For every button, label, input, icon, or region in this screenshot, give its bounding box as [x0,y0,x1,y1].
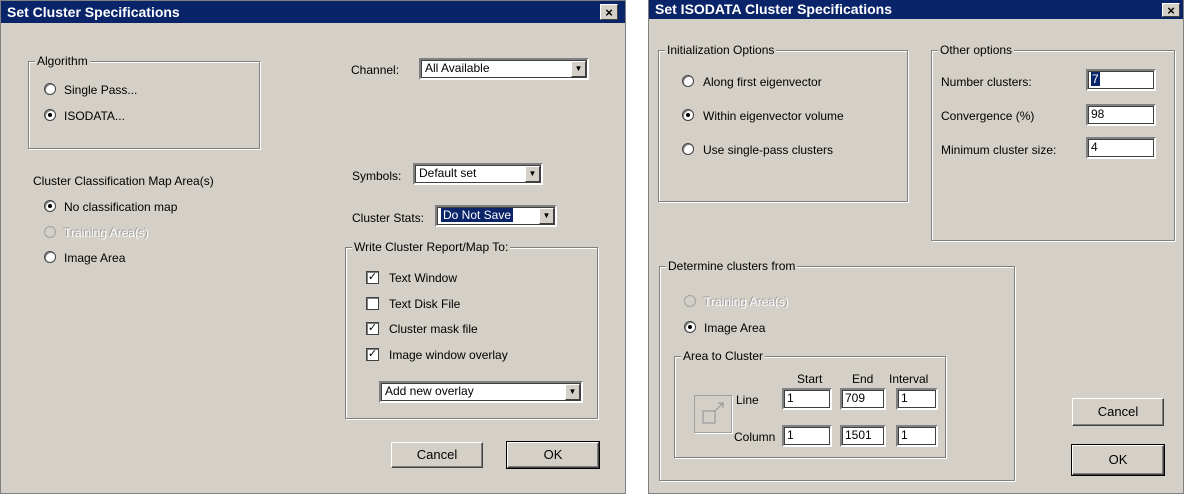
area-to-cluster-legend: Area to Cluster [681,349,766,363]
line-interval-value: 1 [901,391,908,405]
training-areas-label: Training Area(s) [704,295,789,309]
close-button[interactable]: × [600,4,618,20]
algorithm-legend: Algorithm [35,54,90,68]
line-interval-input[interactable]: 1 [896,388,938,410]
no-classification-map-label[interactable]: No classification map [64,200,177,214]
symbols-value: Default set [419,166,477,180]
dialog-title-bar: Set Cluster Specifications [1,1,625,23]
channel-select[interactable]: All Available ▼ [419,58,589,80]
line-start-input[interactable]: 1 [782,388,832,410]
line-start-value: 1 [787,391,794,405]
number-clusters-input[interactable]: 7 [1086,69,1156,91]
along-first-eigenvector-radio[interactable] [682,75,694,87]
dialog-title: Set ISODATA Cluster Specifications [655,1,893,17]
map-area-label: Cluster Classification Map Area(s) [33,174,214,188]
cancel-button[interactable]: Cancel [1072,398,1164,426]
overlay-value: Add new overlay [385,384,474,398]
number-clusters-label: Number clusters: [941,75,1032,89]
single-pass-radio[interactable] [44,83,56,95]
symbols-select[interactable]: Default set ▼ [413,163,543,185]
ok-button[interactable]: OK [506,441,600,469]
column-start-input[interactable]: 1 [782,425,832,447]
image-window-overlay-checkbox[interactable]: ✓ [366,348,379,361]
text-window-label[interactable]: Text Window [389,271,457,285]
initialization-group: Initialization Options [658,43,908,202]
end-header: End [852,372,874,386]
cancel-label: Cancel [416,447,458,462]
other-options-legend: Other options [938,43,1015,57]
image-window-overlay-label[interactable]: Image window overlay [389,348,508,362]
area-select-icon[interactable] [694,395,732,433]
cluster-mask-file-label[interactable]: Cluster mask file [389,322,478,336]
column-interval-value: 1 [901,428,908,442]
isodata-label[interactable]: ISODATA... [64,109,125,123]
within-eigenvector-volume-label[interactable]: Within eigenvector volume [703,109,844,123]
column-end-value: 1501 [845,428,872,442]
chevron-down-icon[interactable]: ▼ [525,166,540,182]
training-areas-radio [44,226,56,238]
symbols-label: Symbols: [352,169,402,183]
along-first-eigenvector-label[interactable]: Along first eigenvector [703,75,822,89]
dialog-title: Set Cluster Specifications [7,4,180,20]
text-disk-file-label[interactable]: Text Disk File [389,297,460,311]
initialization-legend: Initialization Options [665,43,777,57]
cluster-specifications-dialog: Set Cluster Specifications × Algorithm S… [0,0,626,494]
convergence-value: 98 [1091,107,1105,121]
column-interval-input[interactable]: 1 [896,425,938,447]
within-eigenvector-volume-radio[interactable] [682,109,694,121]
convergence-label: Convergence (%) [941,109,1035,123]
training-areas-label: Training Area(s) [64,226,149,240]
image-area-label[interactable]: Image Area [64,251,125,265]
close-icon: × [605,4,613,20]
column-end-input[interactable]: 1501 [840,425,886,447]
text-window-checkbox[interactable]: ✓ [366,271,379,284]
training-areas-radio [684,295,696,307]
isodata-specifications-dialog: Set ISODATA Cluster Specifications × Ini… [648,0,1184,494]
overlay-select[interactable]: Add new overlay ▼ [379,381,583,403]
text-disk-file-checkbox[interactable] [366,297,379,310]
image-area-label[interactable]: Image Area [704,321,765,335]
chevron-down-icon[interactable]: ▼ [571,61,586,77]
line-end-value: 709 [845,391,866,405]
minimum-cluster-size-label: Minimum cluster size: [941,143,1057,157]
cluster-stats-value: Do Not Save [439,207,515,223]
close-button[interactable]: × [1162,3,1180,17]
line-end-input[interactable]: 709 [840,388,886,410]
cluster-stats-label: Cluster Stats: [352,211,425,225]
use-single-pass-clusters-label[interactable]: Use single-pass clusters [703,143,833,157]
ok-button[interactable]: OK [1071,444,1165,476]
close-icon: × [1167,2,1175,18]
cancel-label: Cancel [1097,404,1139,419]
no-classification-map-radio[interactable] [44,200,56,212]
use-single-pass-clusters-radio[interactable] [682,143,694,155]
column-label: Column [734,430,776,444]
convergence-input[interactable]: 98 [1086,104,1156,126]
image-area-radio[interactable] [684,321,696,333]
number-clusters-value: 7 [1091,72,1100,86]
report-legend: Write Cluster Report/Map To: [352,240,511,254]
cluster-stats-select[interactable]: Do Not Save ▼ [435,205,557,227]
isodata-radio[interactable] [44,109,56,121]
start-header: Start [797,372,823,386]
dialog-title-bar: Set ISODATA Cluster Specifications [649,0,1183,19]
cluster-mask-file-checkbox[interactable]: ✓ [366,322,379,335]
chevron-down-icon[interactable]: ▼ [565,384,580,400]
single-pass-label[interactable]: Single Pass... [64,83,137,97]
line-label: Line [736,393,759,407]
cancel-button[interactable]: Cancel [391,442,483,468]
minimum-cluster-size-value: 4 [1091,140,1098,154]
channel-label: Channel: [351,63,400,77]
column-start-value: 1 [787,428,794,442]
channel-value: All Available [425,61,490,75]
chevron-down-icon[interactable]: ▼ [539,208,554,224]
determine-clusters-legend: Determine clusters from [666,259,798,273]
algorithm-group: Algorithm [28,54,260,149]
minimum-cluster-size-input[interactable]: 4 [1086,137,1156,159]
ok-label: OK [1108,452,1128,467]
interval-header: Interval [889,372,929,386]
image-area-radio[interactable] [44,251,56,263]
ok-label: OK [543,447,563,462]
